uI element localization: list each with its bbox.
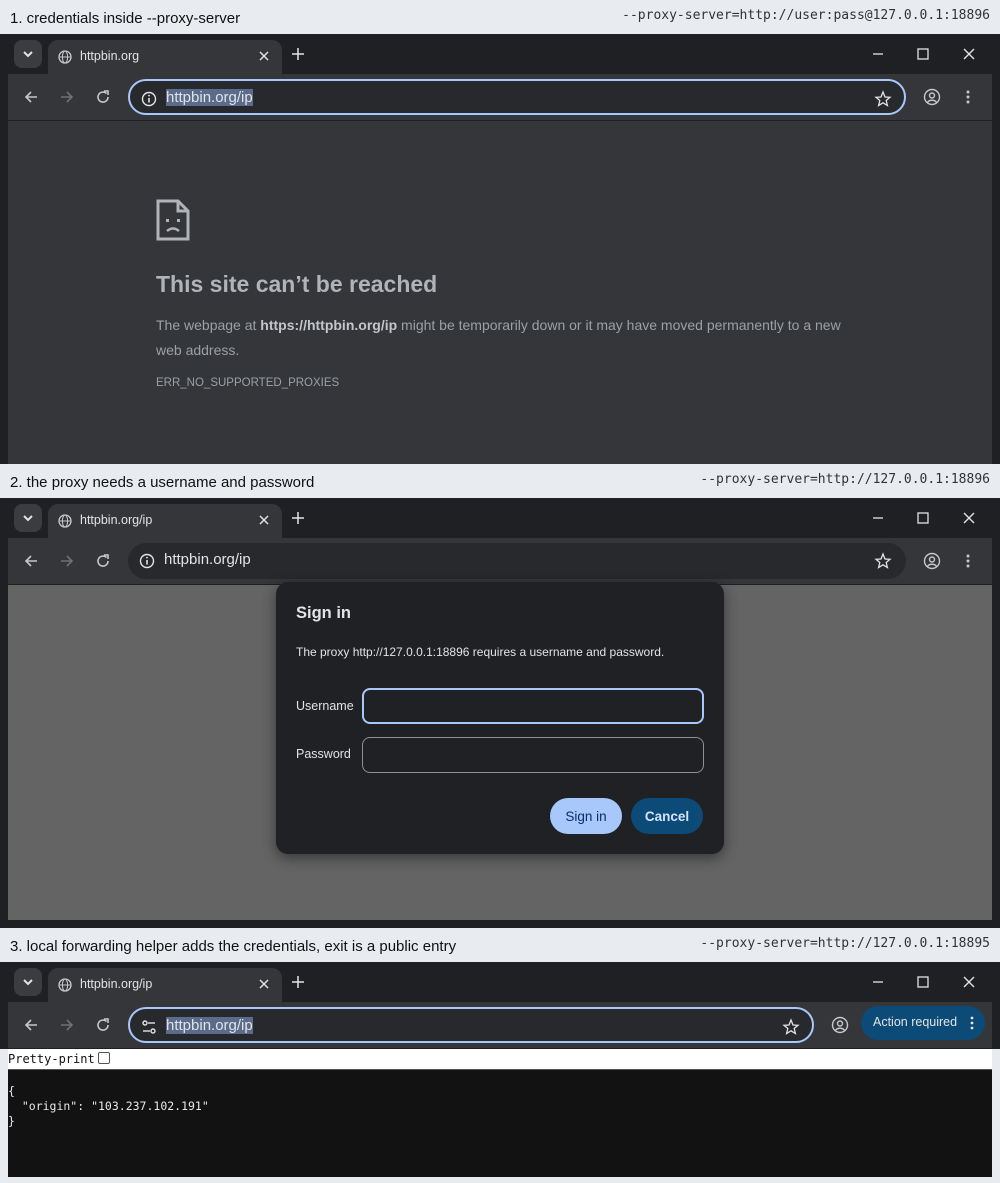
- tab-active[interactable]: httpbin.org: [48, 40, 282, 74]
- tab-search-button[interactable]: [14, 504, 42, 532]
- proxy-flag: --proxy-server=http://user:pass@127.0.0.…: [622, 8, 990, 23]
- sad-page-icon: [156, 199, 190, 241]
- info-icon[interactable]: [140, 90, 158, 108]
- tab-title: httpbin.org: [80, 49, 140, 63]
- pretty-print-checkbox[interactable]: [98, 1052, 110, 1064]
- dialog-message: The proxy http://127.0.0.1:18896 require…: [296, 645, 665, 659]
- tab-active[interactable]: httpbin.org/ip: [48, 504, 282, 538]
- plus-icon[interactable]: [290, 974, 306, 990]
- back-icon[interactable]: [22, 1016, 40, 1034]
- browser-window-1: httpbin.org httpbin.org/ip This site can…: [0, 34, 1000, 464]
- tune-icon[interactable]: [140, 1018, 158, 1036]
- kebab-icon: [970, 1016, 974, 1030]
- toolbar: httpbin.org/ip: [8, 538, 992, 584]
- address-bar[interactable]: httpbin.org/ip: [128, 1007, 814, 1043]
- sign-in-button[interactable]: Sign in: [550, 798, 622, 834]
- profile-icon[interactable]: [831, 1016, 849, 1034]
- browser-window-3: httpbin.org/ip httpbin.org/ip Action req…: [0, 962, 1000, 1049]
- address-bar[interactable]: httpbin.org/ip: [128, 543, 906, 579]
- chevron-down-icon: [23, 51, 33, 58]
- minimize-icon[interactable]: [870, 974, 886, 990]
- proxy-auth-dialog: Sign in The proxy http://127.0.0.1:18896…: [276, 582, 724, 854]
- password-field[interactable]: [362, 737, 704, 773]
- error-url: https://httpbin.org/ip: [260, 317, 398, 333]
- maximize-icon[interactable]: [915, 510, 931, 526]
- forward-icon[interactable]: [58, 1016, 76, 1034]
- reload-icon[interactable]: [94, 1016, 112, 1034]
- star-icon[interactable]: [874, 90, 892, 108]
- username-label: Username: [296, 699, 354, 713]
- error-title: This site can’t be reached: [156, 271, 438, 297]
- proxy-flag: --proxy-server=http://127.0.0.1:18896: [700, 472, 990, 487]
- star-icon[interactable]: [874, 552, 892, 570]
- error-code: ERR_NO_SUPPORTED_PROXIES: [156, 377, 340, 389]
- tab-search-button[interactable]: [14, 40, 42, 68]
- profile-icon[interactable]: [923, 88, 941, 106]
- address-text[interactable]: httpbin.org/ip: [166, 1017, 253, 1034]
- dialog-title: Sign in: [296, 604, 351, 622]
- star-icon[interactable]: [782, 1018, 800, 1036]
- address-text[interactable]: httpbin.org/ip: [166, 89, 253, 106]
- reload-icon[interactable]: [94, 88, 112, 106]
- plus-icon[interactable]: [290, 510, 306, 526]
- close-window-icon[interactable]: [961, 46, 977, 62]
- pretty-print-label: Pretty-print: [8, 1052, 95, 1066]
- action-required-button[interactable]: Action required: [861, 1006, 985, 1040]
- maximize-icon[interactable]: [915, 46, 931, 62]
- close-icon[interactable]: [256, 976, 272, 992]
- kebab-icon[interactable]: [959, 552, 977, 570]
- panel-caption: 1. credentials inside --proxy-server: [10, 10, 241, 27]
- close-icon[interactable]: [256, 48, 272, 64]
- json-viewer: { "origin": "103.237.102.191" }: [8, 1069, 992, 1177]
- tab-strip: httpbin.org: [0, 34, 1000, 74]
- close-window-icon[interactable]: [961, 974, 977, 990]
- json-response: { "origin": "103.237.102.191" }: [8, 1084, 209, 1128]
- tab-search-button[interactable]: [14, 968, 42, 996]
- info-icon[interactable]: [138, 552, 156, 570]
- tab-title: httpbin.org/ip: [80, 977, 153, 991]
- proxy-flag: --proxy-server=http://127.0.0.1:18895: [700, 936, 990, 951]
- reload-icon[interactable]: [94, 552, 112, 570]
- chevron-down-icon: [23, 515, 33, 522]
- action-required-label: Action required: [873, 1015, 958, 1029]
- forward-icon[interactable]: [58, 88, 76, 106]
- tab-title: httpbin.org/ip: [80, 513, 153, 527]
- globe-icon: [58, 50, 72, 64]
- toolbar: httpbin.org/ip: [8, 74, 992, 120]
- password-label: Password: [296, 747, 351, 761]
- error-message-prefix: The webpage at: [156, 317, 261, 333]
- tab-strip: httpbin.org/ip: [0, 962, 1000, 1002]
- maximize-icon[interactable]: [915, 974, 931, 990]
- address-bar[interactable]: httpbin.org/ip: [128, 79, 906, 115]
- cancel-button[interactable]: Cancel: [631, 798, 703, 834]
- address-text[interactable]: httpbin.org/ip: [164, 551, 251, 568]
- minimize-icon[interactable]: [870, 46, 886, 62]
- forward-icon[interactable]: [58, 552, 76, 570]
- kebab-icon[interactable]: [959, 88, 977, 106]
- panel-2-caption-bar: 2. the proxy needs a username and passwo…: [0, 464, 1000, 498]
- pretty-print-bar: Pretty-print: [8, 1049, 992, 1069]
- panel-caption: 3. local forwarding helper adds the cred…: [10, 938, 457, 955]
- close-icon[interactable]: [256, 512, 272, 528]
- error-page: This site can’t be reached The webpage a…: [8, 121, 992, 464]
- tab-strip: httpbin.org/ip: [0, 498, 1000, 538]
- panel-1-caption-bar: 1. credentials inside --proxy-server --p…: [0, 0, 1000, 34]
- panel-3-caption-bar: 3. local forwarding helper adds the cred…: [0, 928, 1000, 962]
- minimize-icon[interactable]: [870, 510, 886, 526]
- back-icon[interactable]: [22, 552, 40, 570]
- profile-icon[interactable]: [923, 552, 941, 570]
- username-field[interactable]: [362, 688, 704, 724]
- error-message: The webpage at https://httpbin.org/ip mi…: [156, 313, 856, 363]
- globe-icon: [58, 978, 72, 992]
- chevron-down-icon: [23, 979, 33, 986]
- globe-icon: [58, 514, 72, 528]
- close-window-icon[interactable]: [961, 510, 977, 526]
- toolbar: httpbin.org/ip Action required: [8, 1002, 992, 1048]
- panel-caption: 2. the proxy needs a username and passwo…: [10, 474, 315, 491]
- back-icon[interactable]: [22, 88, 40, 106]
- plus-icon[interactable]: [290, 46, 306, 62]
- tab-active[interactable]: httpbin.org/ip: [48, 968, 282, 1002]
